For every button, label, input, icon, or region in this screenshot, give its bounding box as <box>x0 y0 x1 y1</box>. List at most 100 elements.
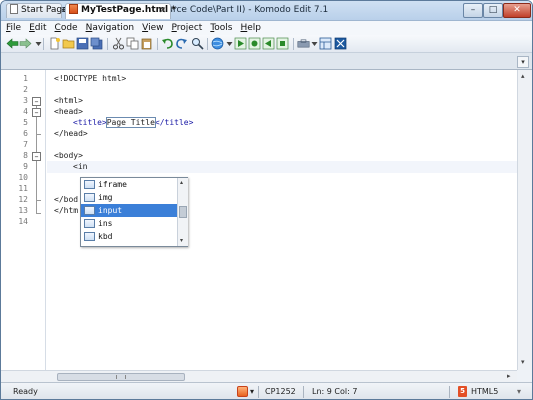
run-icon[interactable] <box>234 37 247 50</box>
html-element-icon <box>84 232 95 241</box>
fold-toggle-head[interactable]: – <box>32 108 41 117</box>
komodo-icon[interactable] <box>334 37 347 50</box>
document-icon <box>10 4 18 14</box>
save-all-icon[interactable] <box>90 37 103 50</box>
code-line-12: </bod <box>54 195 79 204</box>
maximize-button[interactable]: □ <box>483 3 503 18</box>
lint-dropdown-icon[interactable]: ▾ <box>250 387 254 396</box>
macro-stop-icon[interactable] <box>276 37 289 50</box>
status-message: Ready <box>13 387 38 396</box>
macro-record-icon[interactable] <box>248 37 261 50</box>
macro-play-icon[interactable] <box>262 37 275 50</box>
status-separator <box>449 386 450 398</box>
undo-icon[interactable] <box>161 37 174 50</box>
code-line-5: <title>Page Title</title> <box>73 117 194 128</box>
line-number: 8 <box>23 151 28 160</box>
toolbar-separator <box>43 38 44 50</box>
menu-code[interactable]: Code <box>55 23 78 33</box>
toolbar-separator <box>157 38 158 50</box>
menu-edit[interactable]: Edit <box>29 23 46 33</box>
line-number: 10 <box>18 173 28 182</box>
autocomplete-scrollbar[interactable]: ▴ ▾ <box>177 178 188 246</box>
code-line-1: <!DOCTYPE html> <box>54 74 127 83</box>
html-element-icon <box>84 180 95 189</box>
scroll-up-arrow-icon[interactable]: ▴ <box>180 179 183 186</box>
cut-icon[interactable] <box>112 37 125 50</box>
code-line-6: </head> <box>54 129 88 138</box>
line-number: 12 <box>18 195 28 204</box>
open-folder-icon[interactable] <box>62 37 75 50</box>
copy-icon[interactable] <box>126 37 139 50</box>
find-icon[interactable] <box>191 37 204 50</box>
line-number: 13 <box>18 206 28 215</box>
fold-end-body <box>36 200 41 201</box>
menu-help[interactable]: Help <box>240 23 261 33</box>
tab-mytestpage[interactable]: MyTestPage.html * ✕ <box>65 3 176 19</box>
scrollbar-thumb[interactable] <box>57 373 185 381</box>
tab-label: Start Page <box>21 5 68 15</box>
komodo-window: MyTestPage.html* (C:\0280 - Source Code\… <box>0 0 533 400</box>
menu-project[interactable]: Project <box>172 23 203 33</box>
tab-close-icon[interactable]: ✕ <box>159 5 167 18</box>
lint-status-icon[interactable] <box>237 386 248 397</box>
scroll-right-arrow-icon[interactable]: ▸ <box>507 372 511 380</box>
code-line-8: <body> <box>54 151 83 160</box>
scroll-down-arrow-icon[interactable]: ▾ <box>521 358 525 366</box>
line-number: 4 <box>23 107 28 116</box>
title-close-tag: </title> <box>154 118 194 127</box>
scrollbar-thumb[interactable] <box>179 206 187 218</box>
menu-navigation[interactable]: Navigation <box>86 23 135 33</box>
code-line-9-typing: <in <box>73 162 88 171</box>
history-dropdown-icon[interactable] <box>32 37 42 50</box>
horizontal-scrollbar[interactable]: ▸ <box>47 370 517 382</box>
line-number: 5 <box>23 118 28 127</box>
cursor-position: Ln: 9 Col: 7 <box>312 387 358 396</box>
preview-dropdown-icon[interactable] <box>223 37 233 50</box>
html-element-icon <box>84 193 95 202</box>
autocomplete-item[interactable]: ins <box>81 217 177 230</box>
toolbox-dropdown-icon[interactable] <box>308 37 318 50</box>
fold-end-html <box>36 213 41 214</box>
line-number: 6 <box>23 129 28 138</box>
tab-list-dropdown-icon[interactable]: ▾ <box>517 56 529 68</box>
html5-logo-icon: 5 <box>458 386 467 397</box>
fold-end-head <box>36 134 41 135</box>
language-dropdown-icon[interactable]: ▾ <box>517 387 521 396</box>
tab-start-page[interactable]: Start Page <box>6 3 68 18</box>
hscroll-gutter-spacer <box>1 370 47 382</box>
menu-file[interactable]: File <box>6 23 21 33</box>
scroll-up-arrow-icon[interactable]: ▴ <box>521 72 525 80</box>
language-indicator[interactable]: HTML5 <box>471 387 498 396</box>
code-line-4: <head> <box>54 107 83 116</box>
status-bar: Ready ▾ CP1252 Ln: 9 Col: 7 5 HTML5 ▾ <box>1 382 532 399</box>
html-element-icon <box>84 206 95 215</box>
new-file-icon[interactable] <box>48 37 61 50</box>
autocomplete-item[interactable]: img <box>81 191 177 204</box>
redo-icon[interactable] <box>175 37 188 50</box>
line-number: 11 <box>18 184 28 193</box>
autocomplete-popup[interactable]: iframe img input ins kbd ▴ ▾ <box>80 177 188 247</box>
toolbar-separator <box>207 38 208 50</box>
line-number-gutter: 1 2 3 4 5 6 7 8 9 10 11 12 13 14 – – – <box>1 70 46 370</box>
menu-view[interactable]: View <box>142 23 163 33</box>
menu-tools[interactable]: Tools <box>210 23 232 33</box>
save-icon[interactable] <box>76 37 89 50</box>
fold-toggle-body[interactable]: – <box>32 152 41 161</box>
encoding-indicator[interactable]: CP1252 <box>265 387 296 396</box>
scroll-down-arrow-icon[interactable]: ▾ <box>180 237 183 244</box>
vertical-scrollbar[interactable]: ▴ ▾ <box>517 70 532 370</box>
html-file-icon <box>69 4 78 14</box>
line-number: 3 <box>23 96 28 105</box>
title-text: Page Title <box>105 117 156 128</box>
back-arrow-icon[interactable] <box>6 37 19 50</box>
fold-toggle-html[interactable]: – <box>32 97 41 106</box>
paste-icon[interactable] <box>140 37 153 50</box>
close-button[interactable]: ✕ <box>503 3 531 18</box>
minimize-button[interactable]: – <box>463 3 483 18</box>
forward-arrow-icon[interactable] <box>19 37 32 50</box>
autocomplete-item[interactable]: kbd <box>81 230 177 243</box>
autocomplete-item[interactable]: iframe <box>81 178 177 191</box>
panes-icon[interactable] <box>319 37 332 50</box>
autocomplete-item-selected[interactable]: input <box>81 204 177 217</box>
code-line-13: </htm <box>54 206 79 215</box>
